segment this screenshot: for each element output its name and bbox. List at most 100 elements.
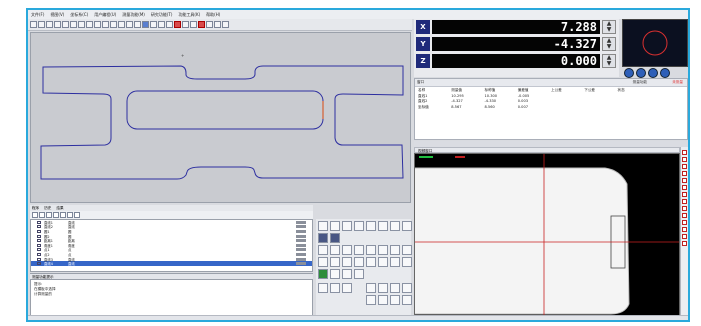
save-icon[interactable] bbox=[46, 21, 53, 28]
dot-icon[interactable] bbox=[318, 257, 328, 267]
line-tool-icon[interactable] bbox=[682, 171, 687, 176]
menu-tools[interactable]: 功能工具(K) bbox=[178, 12, 200, 18]
fit-icon[interactable] bbox=[142, 21, 149, 28]
gear-icon[interactable] bbox=[318, 245, 328, 255]
concentric-icon[interactable] bbox=[378, 245, 388, 255]
circle-draw-icon[interactable] bbox=[342, 221, 352, 231]
frame-icon[interactable] bbox=[390, 245, 400, 255]
angle-draw-icon[interactable] bbox=[342, 245, 352, 255]
light-tool-icon[interactable] bbox=[682, 199, 687, 204]
point-tool-icon[interactable] bbox=[682, 178, 687, 183]
menu-research[interactable]: 研究功能(T) bbox=[151, 12, 173, 18]
angle-icon[interactable] bbox=[102, 21, 109, 28]
menu-program[interactable]: 用户编程(U) bbox=[94, 12, 116, 18]
measure-icon[interactable] bbox=[166, 21, 173, 28]
chart-icon[interactable] bbox=[366, 283, 376, 293]
add-icon[interactable] bbox=[32, 212, 38, 218]
menu-coordinate[interactable]: 坐标系(C) bbox=[70, 12, 88, 18]
light-icon[interactable] bbox=[648, 68, 658, 78]
curve-draw-icon[interactable] bbox=[402, 221, 412, 231]
snapshot-icon[interactable] bbox=[682, 213, 687, 218]
grid-draw-icon[interactable] bbox=[402, 245, 412, 255]
report-icon[interactable] bbox=[390, 283, 400, 293]
box-icon[interactable] bbox=[366, 257, 376, 267]
slash-icon[interactable] bbox=[330, 257, 340, 267]
menu-measure[interactable]: 测量功能(M) bbox=[122, 12, 145, 18]
up-icon[interactable] bbox=[46, 212, 52, 218]
ruler-icon[interactable] bbox=[682, 227, 687, 232]
crosshair-icon[interactable] bbox=[682, 150, 687, 155]
delete-icon[interactable] bbox=[39, 212, 45, 218]
reset-icon[interactable] bbox=[682, 234, 687, 239]
ellipse-draw-icon[interactable] bbox=[390, 221, 400, 231]
slot-draw-icon[interactable] bbox=[378, 221, 388, 231]
record-icon[interactable] bbox=[198, 21, 205, 28]
zoom-in-icon[interactable] bbox=[126, 21, 133, 28]
layer-icon[interactable] bbox=[190, 21, 197, 28]
select-icon[interactable] bbox=[158, 21, 165, 28]
red-flag-icon[interactable] bbox=[402, 295, 412, 305]
arc-icon[interactable] bbox=[94, 21, 101, 28]
pan-icon[interactable] bbox=[150, 21, 157, 28]
path2-icon[interactable] bbox=[330, 283, 340, 293]
solid-tool-icon[interactable] bbox=[330, 233, 340, 243]
point-icon[interactable] bbox=[70, 21, 77, 28]
run-icon[interactable] bbox=[67, 212, 73, 218]
stop-run-icon[interactable] bbox=[74, 212, 80, 218]
disk-icon[interactable] bbox=[402, 257, 412, 267]
image-icon[interactable] bbox=[354, 269, 364, 279]
distance-icon[interactable] bbox=[110, 21, 117, 28]
path-icon[interactable] bbox=[318, 283, 328, 293]
menu-file[interactable]: 文件(F) bbox=[31, 12, 44, 18]
play-icon[interactable] bbox=[624, 68, 634, 78]
ring-icon[interactable] bbox=[354, 257, 364, 267]
new-icon[interactable] bbox=[30, 21, 37, 28]
focus-icon[interactable] bbox=[636, 68, 646, 78]
spin-y[interactable]: ▲ ▼ bbox=[602, 37, 616, 51]
list-item-selected[interactable]: 直线4 直线 bbox=[31, 261, 312, 266]
pie-chart-icon[interactable] bbox=[390, 295, 400, 305]
redo-icon[interactable] bbox=[62, 21, 69, 28]
plus-icon[interactable] bbox=[366, 245, 376, 255]
zoom-out-icon[interactable] bbox=[134, 21, 141, 28]
focus-tool-icon[interactable] bbox=[682, 206, 687, 211]
target-icon[interactable] bbox=[330, 245, 340, 255]
down-icon[interactable] bbox=[53, 212, 59, 218]
print-icon[interactable] bbox=[206, 21, 213, 28]
ring2-icon[interactable] bbox=[390, 257, 400, 267]
bar-chart-icon[interactable] bbox=[366, 295, 376, 305]
fill-tool-icon[interactable] bbox=[318, 233, 328, 243]
corner-icon[interactable] bbox=[342, 257, 352, 267]
up-chart-icon[interactable] bbox=[378, 295, 388, 305]
wave-icon[interactable] bbox=[342, 269, 352, 279]
capture-icon[interactable] bbox=[660, 68, 670, 78]
line-draw-icon[interactable] bbox=[330, 221, 340, 231]
settings-tool-icon[interactable] bbox=[682, 241, 687, 246]
export-report-icon[interactable] bbox=[402, 283, 412, 293]
circle-tool-icon[interactable] bbox=[682, 164, 687, 169]
cross-icon[interactable] bbox=[378, 257, 388, 267]
grid-tool-icon[interactable] bbox=[682, 220, 687, 225]
rect-draw-icon[interactable] bbox=[366, 221, 376, 231]
magnify-icon[interactable] bbox=[354, 245, 364, 255]
line-icon[interactable] bbox=[78, 21, 85, 28]
pointer-tool-icon[interactable] bbox=[318, 221, 328, 231]
spin-x[interactable]: ▲ ▼ bbox=[602, 20, 616, 34]
zoom-tool-icon[interactable] bbox=[682, 192, 687, 197]
grid-icon[interactable] bbox=[182, 21, 189, 28]
export-icon[interactable] bbox=[214, 21, 221, 28]
camera-view[interactable] bbox=[414, 153, 680, 320]
undo-icon[interactable] bbox=[54, 21, 61, 28]
zoom-icon[interactable] bbox=[118, 21, 125, 28]
circle-icon[interactable] bbox=[86, 21, 93, 28]
spin-z[interactable]: ▲ ▼ bbox=[602, 54, 616, 68]
path3-icon[interactable] bbox=[342, 283, 352, 293]
green-tool-icon[interactable] bbox=[318, 269, 328, 279]
check-icon[interactable] bbox=[330, 269, 340, 279]
table-icon[interactable] bbox=[378, 283, 388, 293]
copy-icon[interactable] bbox=[60, 212, 66, 218]
drawing-canvas[interactable]: + bbox=[30, 32, 411, 203]
edge-icon[interactable] bbox=[682, 157, 687, 162]
settings-icon[interactable] bbox=[222, 21, 229, 28]
arc-tool-icon[interactable] bbox=[682, 185, 687, 190]
